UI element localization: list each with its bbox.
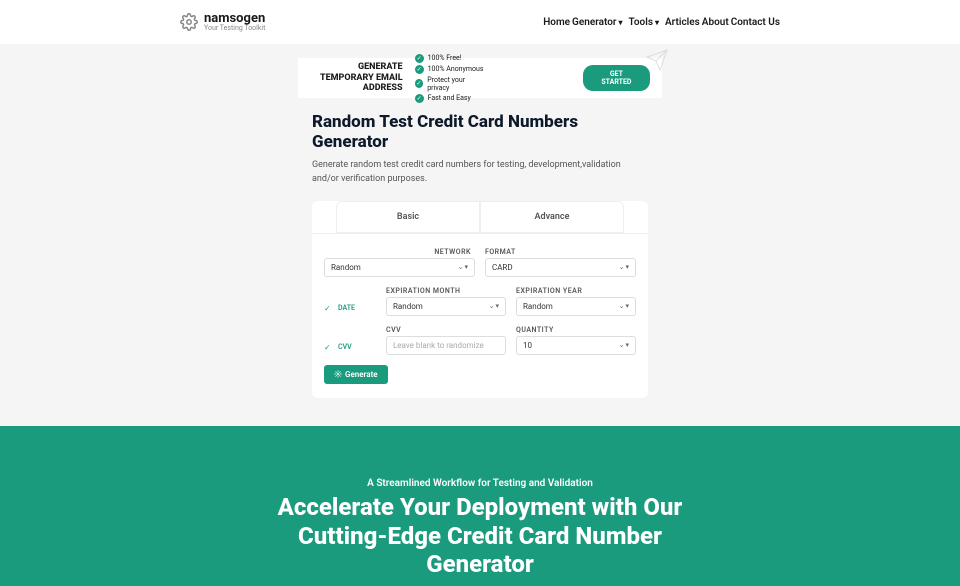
dropdown-icon: ▾: [625, 341, 629, 349]
format-label: FORMAT: [485, 248, 636, 256]
nav-articles[interactable]: Articles: [665, 17, 700, 28]
chevron-down-icon: ⌄: [489, 302, 495, 310]
exp-year-label: EXPIRATION YEAR: [516, 287, 636, 295]
exp-month-label: EXPIRATION MONTH: [386, 287, 506, 295]
dropdown-icon: ▾: [495, 302, 499, 310]
nav-tools[interactable]: Tools▾: [629, 17, 659, 28]
format-select[interactable]: CARD⌄▾: [485, 258, 636, 277]
feature-item: ✓100% Anonymous: [415, 65, 487, 74]
page-title: Random Test Credit Card Numbers Generato…: [312, 112, 648, 152]
check-icon: ✓: [415, 94, 424, 103]
network-label: NETWORK: [324, 248, 475, 256]
main-nav: Home Generator▾ Tools▾ Articles About Co…: [543, 17, 780, 28]
cvv-label: CVV: [386, 326, 506, 334]
nav-about[interactable]: About: [702, 17, 729, 28]
footer-title: Accelerate Your Deployment with Our Cutt…: [260, 493, 700, 579]
chevron-down-icon: ▾: [655, 18, 659, 27]
logo-tagline: Your Testing Toolkit: [204, 25, 265, 32]
exp-month-select[interactable]: Random⌄▾: [386, 297, 506, 316]
header: namsogen Your Testing Toolkit Home Gener…: [0, 0, 960, 44]
tab-advance[interactable]: Advance: [480, 201, 624, 233]
promo-banner: GENERATE TEMPORARY EMAIL ADDRESS ✓100% F…: [298, 58, 662, 98]
gear-logo-icon: [180, 13, 198, 31]
logo[interactable]: namsogen Your Testing Toolkit: [180, 12, 265, 32]
cvv-input[interactable]: [386, 336, 506, 355]
nav-contact[interactable]: Contact Us: [731, 17, 780, 28]
check-icon: ✓: [415, 79, 424, 88]
generate-button[interactable]: Generate: [324, 365, 388, 384]
exp-year-select[interactable]: Random⌄▾: [516, 297, 636, 316]
feature-item: ✓Fast and Easy: [415, 94, 487, 103]
banner-title: GENERATE TEMPORARY EMAIL ADDRESS: [310, 62, 403, 94]
footer-hero: A Streamlined Workflow for Testing and V…: [0, 426, 960, 586]
feature-item: ✓100% Free!: [415, 54, 487, 63]
cvv-toggle[interactable]: ✓ CVV: [324, 343, 376, 355]
dropdown-icon: ▾: [625, 263, 629, 271]
date-toggle[interactable]: ✓ DATE: [324, 304, 376, 316]
banner-features: ✓100% Free! ✓100% Anonymous ✓Protect you…: [415, 54, 571, 103]
chevron-down-icon: ⌄: [619, 341, 625, 349]
gear-icon: [334, 370, 342, 378]
chevron-down-icon: ▾: [619, 18, 623, 27]
network-select[interactable]: Random⌄▾: [324, 258, 475, 277]
check-icon: ✓: [415, 54, 424, 63]
tab-basic[interactable]: Basic: [336, 201, 480, 233]
generator-card: Basic Advance NETWORK Random⌄▾ FORMAT CA…: [312, 201, 648, 398]
quantity-select[interactable]: 10⌄▾: [516, 336, 636, 355]
chevron-down-icon: ⌄: [619, 302, 625, 310]
dropdown-icon: ▾: [464, 263, 468, 271]
quantity-label: QUANTITY: [516, 326, 636, 334]
footer-subtitle: A Streamlined Workflow for Testing and V…: [20, 478, 940, 489]
check-icon: ✓: [324, 304, 332, 312]
get-started-button[interactable]: GET STARTED: [583, 65, 650, 91]
page-description: Generate random test credit card numbers…: [312, 158, 648, 187]
feature-item: ✓Protect your privacy: [415, 76, 487, 92]
dropdown-icon: ▾: [625, 302, 629, 310]
nav-generator[interactable]: Generator▾: [572, 17, 622, 28]
nav-home[interactable]: Home: [543, 17, 570, 28]
tabs: Basic Advance: [312, 201, 648, 234]
chevron-down-icon: ⌄: [458, 263, 464, 271]
check-icon: ✓: [415, 65, 424, 74]
check-icon: ✓: [324, 343, 332, 351]
paper-plane-icon: [642, 48, 672, 72]
chevron-down-icon: ⌄: [619, 263, 625, 271]
